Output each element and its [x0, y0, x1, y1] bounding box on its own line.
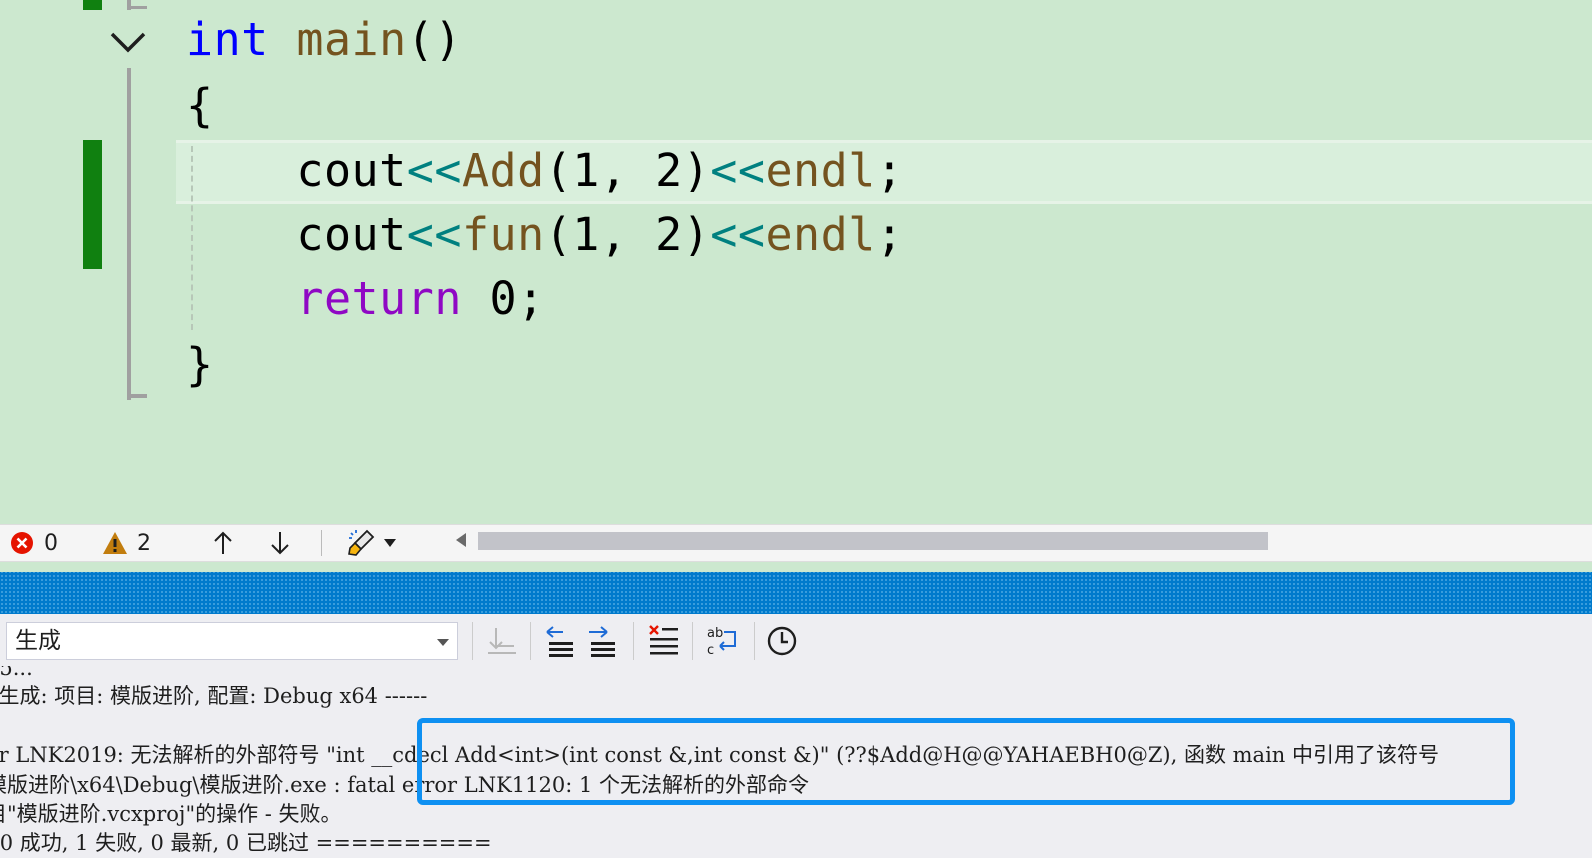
scroll-left-arrow-icon[interactable]	[456, 533, 466, 547]
code-token: fun	[461, 208, 545, 261]
find-message-in-code-button[interactable]	[484, 622, 520, 660]
code-token: 0;	[461, 272, 545, 325]
error-highlight-box	[417, 718, 1515, 805]
code-token: ()	[406, 13, 462, 66]
output-line: a生成: 项目: 模版进阶, 配置: Debug x64 ------	[0, 684, 428, 708]
code-token: <<	[710, 144, 766, 197]
code-editor[interactable]: int main() { cout<<Add(1, 2)<<endl; cout…	[0, 0, 1592, 528]
code-token: ;	[875, 208, 904, 261]
horizontal-scrollbar-thumb[interactable]	[478, 532, 1268, 550]
go-to-previous-message-button[interactable]	[543, 622, 579, 660]
output-line-summary: : 0 成功, 1 失败, 0 最新, 0 已跳过 ==========	[0, 831, 492, 855]
output-source-value: 生成	[15, 628, 61, 654]
show-timestamps-button[interactable]	[764, 622, 800, 660]
chevron-down-icon	[384, 539, 396, 547]
collapse-chevron-icon[interactable]	[108, 28, 148, 58]
change-marker-top	[83, 0, 102, 10]
error-count[interactable]: 0	[10, 525, 58, 561]
code-token: int	[186, 13, 269, 66]
next-issue-button[interactable]	[267, 525, 293, 561]
code-token: <<	[710, 208, 766, 261]
code-token: }	[186, 338, 214, 391]
code-token: <<	[406, 208, 462, 261]
code-line-main[interactable]: int main()	[186, 8, 462, 72]
brush-icon	[348, 529, 375, 556]
code-token: (1, 2)	[544, 144, 711, 197]
warning-count-value: 2	[137, 530, 151, 556]
warning-icon	[103, 532, 127, 554]
output-line: 目"模版进阶.vcxproj"的操作 - 失败。	[0, 802, 342, 826]
toolbar-separator	[633, 622, 634, 660]
code-token: endl	[765, 208, 876, 261]
status-separator	[321, 530, 322, 556]
svg-text:c: c	[707, 643, 714, 658]
toggle-word-wrap-button[interactable]: ab c	[704, 622, 740, 660]
fold-guide	[127, 68, 131, 400]
arrow-up-icon	[214, 531, 232, 554]
previous-issue-button[interactable]	[210, 525, 236, 561]
output-source-dropdown[interactable]: 生成	[6, 622, 458, 660]
code-token: (1, 2)	[544, 208, 711, 261]
output-panel-title-bar[interactable]	[0, 572, 1592, 614]
code-token: {	[186, 79, 214, 132]
dropdown-arrow-icon	[437, 639, 449, 646]
warning-count[interactable]: 2	[102, 525, 151, 561]
code-token: main	[296, 13, 407, 66]
code-line-close-brace[interactable]: }	[186, 333, 214, 397]
code-line-cout-fun[interactable]: cout<<fun(1, 2)<<endl;	[186, 203, 903, 267]
toolbar-separator	[754, 622, 755, 660]
code-cleanup-button[interactable]	[347, 525, 397, 561]
code-token: cout	[186, 144, 407, 197]
fold-guide-top-end	[127, 6, 147, 9]
code-token: ;	[875, 144, 904, 197]
svg-text:ab: ab	[707, 626, 723, 641]
clear-all-button[interactable]	[646, 622, 682, 660]
change-marker	[83, 140, 102, 269]
toolbar-separator	[472, 622, 473, 660]
code-token: cout	[186, 208, 407, 261]
arrow-down-icon	[271, 532, 289, 555]
code-line-cout-add[interactable]: cout<<Add(1, 2)<<endl;	[186, 139, 903, 203]
code-token: endl	[765, 144, 876, 197]
fold-guide-end	[127, 394, 147, 398]
code-token: <<	[406, 144, 462, 197]
code-token: Add	[461, 144, 545, 197]
toolbar-separator	[530, 622, 531, 660]
go-to-next-message-button[interactable]	[585, 622, 621, 660]
error-icon	[11, 532, 33, 554]
code-line-return[interactable]: return 0;	[186, 267, 545, 331]
error-count-value: 0	[44, 530, 58, 556]
toolbar-separator	[692, 622, 693, 660]
code-token: return	[296, 272, 462, 325]
code-line-open-brace[interactable]: {	[186, 74, 214, 138]
